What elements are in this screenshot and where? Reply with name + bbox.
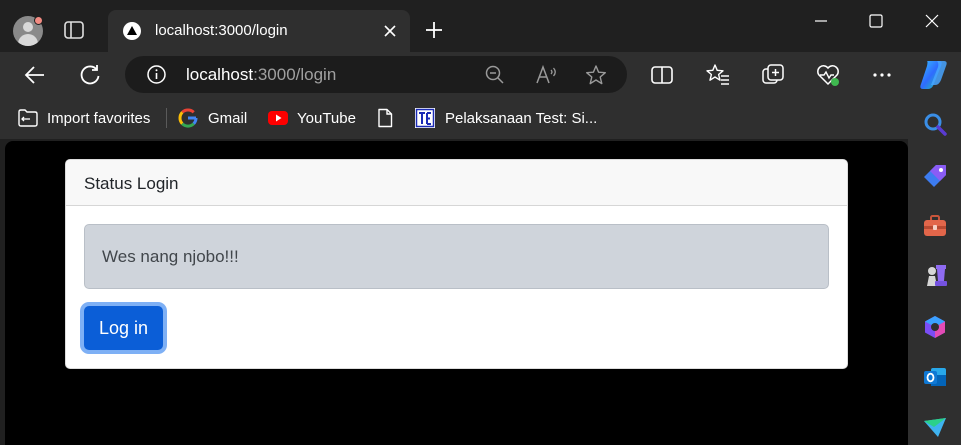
tab-actions-icon[interactable] xyxy=(63,19,85,41)
outlook-icon[interactable] xyxy=(922,364,948,390)
card-header: Status Login xyxy=(66,160,847,206)
bookmark-label: YouTube xyxy=(297,109,356,127)
tab-active[interactable]: localhost:3000/login xyxy=(108,10,410,52)
bookmark-youtube[interactable]: YouTube xyxy=(268,108,356,128)
back-icon[interactable] xyxy=(22,62,48,88)
read-aloud-icon[interactable] xyxy=(534,64,558,85)
address-bar[interactable]: localhost:3000/login xyxy=(125,56,627,93)
address-host: localhost xyxy=(186,65,254,84)
site-info-icon[interactable] xyxy=(146,64,167,85)
maximize-icon[interactable] xyxy=(861,8,891,34)
more-options-icon[interactable] xyxy=(869,62,895,88)
tab-strip: localhost:3000/login xyxy=(0,0,961,52)
copilot-sidebar-icon[interactable] xyxy=(922,314,948,340)
bookmark-import-favorites[interactable]: Import favorites xyxy=(17,108,150,128)
bookmark-document[interactable] xyxy=(376,108,394,128)
close-tab-icon[interactable] xyxy=(381,22,399,40)
nextjs-favicon-icon xyxy=(123,22,141,40)
bookmark-pelaksanaan-test[interactable]: Pelaksanaan Test: Si... xyxy=(415,108,597,128)
bookmark-divider xyxy=(166,108,167,128)
favorites-icon[interactable] xyxy=(705,62,731,88)
zoom-out-icon[interactable] xyxy=(484,64,505,85)
status-alert: Wes nang njobo!!! xyxy=(84,224,829,289)
te-site-icon xyxy=(415,108,435,128)
edge-sidebar xyxy=(908,97,961,445)
avatar-head xyxy=(23,22,33,32)
tab-title: localhost:3000/login xyxy=(155,22,288,39)
status-card: Status Login Wes nang njobo!!! Log in xyxy=(65,159,848,369)
refresh-icon[interactable] xyxy=(77,62,103,88)
page-viewport: Status Login Wes nang njobo!!! Log in xyxy=(5,141,908,445)
address-path: :3000/login xyxy=(253,65,337,84)
split-screen-icon[interactable] xyxy=(649,62,675,88)
bookmark-gmail[interactable]: Gmail xyxy=(178,108,247,128)
google-icon xyxy=(178,108,198,128)
bookmark-label: Gmail xyxy=(208,109,248,127)
tools-briefcase-icon[interactable] xyxy=(922,213,948,239)
bookmark-label: Pelaksanaan Test: Si... xyxy=(445,109,598,127)
card-title: Status Login xyxy=(84,174,179,193)
collections-icon[interactable] xyxy=(760,62,786,88)
minimize-icon[interactable] xyxy=(806,8,836,34)
profile-notification-dot xyxy=(34,16,43,25)
copilot-icon[interactable] xyxy=(917,58,951,90)
bookmark-label: Import favorites xyxy=(47,109,151,127)
new-tab-icon[interactable] xyxy=(423,19,445,41)
send-icon[interactable] xyxy=(922,415,948,441)
favorite-star-icon[interactable] xyxy=(585,64,607,86)
browser-toolbar: localhost:3000/login xyxy=(0,52,961,97)
bookmarks-bar: Import favorites Gmail YouTube Pelaksana… xyxy=(0,97,908,139)
address-url: localhost:3000/login xyxy=(186,65,336,85)
shopping-tag-icon[interactable] xyxy=(922,163,948,189)
document-icon xyxy=(378,108,393,128)
close-window-icon[interactable] xyxy=(917,8,947,34)
search-icon[interactable] xyxy=(922,111,948,137)
import-folder-icon xyxy=(18,109,38,127)
login-button[interactable]: Log in xyxy=(84,306,163,350)
avatar-body xyxy=(18,34,38,46)
youtube-icon xyxy=(268,111,288,125)
browser-essentials-icon[interactable] xyxy=(815,62,841,88)
games-chess-icon[interactable] xyxy=(922,263,948,289)
alert-message: Wes nang njobo!!! xyxy=(102,247,239,266)
